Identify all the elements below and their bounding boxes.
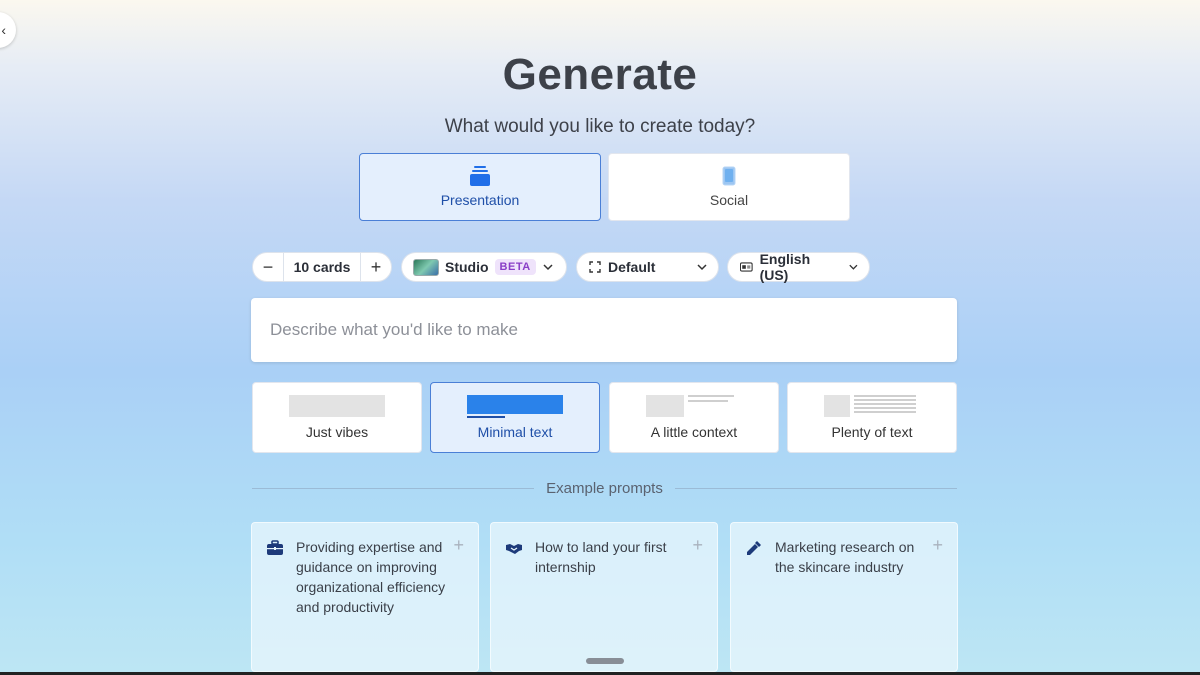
density-label: Plenty of text [831,424,913,440]
divider-line [252,487,535,489]
preview-text-line [467,416,505,418]
add-prompt-icon[interactable]: + [453,535,464,556]
preview-text-line [854,411,916,413]
preview-text-line [688,395,734,397]
preview-text-line [688,400,728,402]
preview-image-block [289,395,385,417]
theme-thumbnail-icon [413,258,439,276]
example-prompts-heading: Example prompts [546,479,663,497]
example-prompt-card[interactable]: Providing expertise and guidance on impr… [251,522,479,672]
density-label: Just vibes [305,424,369,440]
example-prompt-text: How to land your first internship [535,539,667,575]
preview-image-block [646,395,684,417]
page-title: Generate [502,50,698,99]
language-label: English (US) [759,251,811,283]
density-label: A little context [650,424,738,440]
type-presentation-label: Presentation [440,192,520,208]
preview-image-block [824,395,850,417]
theme-dropdown[interactable]: Studio BETA [401,252,567,282]
page-subtitle: What would you like to create today? [444,116,756,137]
preview-text-line [854,395,916,397]
format-label: Default [608,259,656,275]
stack-icon [470,166,490,186]
card-count-value: 10 cards [283,253,361,281]
example-prompt-text: Marketing research on the skincare indus… [775,539,915,575]
density-label: Minimal text [477,424,553,440]
example-prompt-card[interactable]: How to land your first internship + [490,522,718,672]
chevron-down-icon [697,264,707,271]
density-little-context[interactable]: A little context [609,382,779,453]
decrease-cards-button[interactable]: − [253,253,283,281]
language-icon [740,262,753,272]
prompt-input[interactable] [270,320,957,340]
preview-text-line [854,399,916,401]
type-presentation-button[interactable]: Presentation [359,153,601,221]
example-prompt-card[interactable]: Marketing research on the skincare indus… [730,522,958,672]
back-arrow-icon: ‹ [1,22,6,38]
preview-text-line [854,407,916,409]
theme-label: Studio [445,259,489,275]
frame-icon [589,261,601,273]
back-button[interactable]: ‹ [0,12,16,48]
divider-line [674,487,957,489]
add-prompt-icon[interactable]: + [932,535,943,556]
density-plenty-of-text[interactable]: Plenty of text [787,382,957,453]
chevron-down-icon [849,264,858,270]
chevron-down-icon [543,264,553,271]
format-dropdown[interactable]: Default [576,252,719,282]
card-count-stepper: − 10 cards + [252,252,392,282]
type-social-label: Social [709,192,749,208]
phone-icon [722,166,736,186]
density-just-vibes[interactable]: Just vibes [252,382,422,453]
scroll-handle[interactable] [586,658,624,664]
handshake-icon [506,544,522,554]
briefcase-icon [267,540,283,555]
type-social-button[interactable]: Social [608,153,850,221]
example-prompt-text: Providing expertise and guidance on impr… [296,539,446,615]
preview-image-block [467,395,563,414]
preview-text-line [854,403,916,405]
beta-badge: BETA [494,259,536,275]
language-dropdown[interactable]: English (US) [727,251,870,283]
increase-cards-button[interactable]: + [361,253,391,281]
density-minimal-text[interactable]: Minimal text [430,382,600,453]
add-prompt-icon[interactable]: + [692,535,703,556]
dropper-icon [747,541,761,555]
example-prompts-divider: Example prompts [252,478,957,498]
prompt-field[interactable] [251,298,957,362]
